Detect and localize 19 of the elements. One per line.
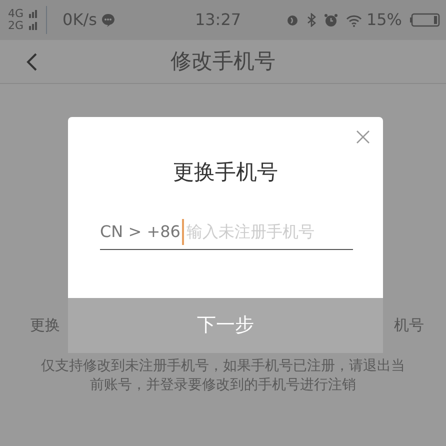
- chat-bubble-icon: [100, 13, 115, 27]
- wifi-icon: [346, 14, 362, 26]
- info-text: 机号: [394, 315, 424, 336]
- network-speed: 0K/s: [62, 9, 97, 31]
- battery-percent: 15%: [366, 9, 402, 31]
- page-title: 修改手机号: [170, 48, 276, 75]
- signal-icon: [28, 10, 38, 18]
- network-label: 4G: [8, 8, 24, 20]
- alarm-icon: [324, 13, 338, 27]
- notice-text: 仅支持修改到未注册手机号，如果手机号已注册，请退出当前账号，并登录要修改到的手机号进行注销: [40, 356, 406, 394]
- back-icon[interactable]: [26, 52, 38, 72]
- network-label: 2G: [8, 20, 24, 32]
- clock: 13:27: [194, 9, 242, 31]
- close-icon[interactable]: [356, 130, 370, 144]
- dialog-title: 更换手机号: [172, 159, 279, 186]
- battery-icon: [410, 13, 440, 27]
- info-text: 更换: [30, 315, 60, 336]
- bluetooth-icon: [307, 13, 316, 27]
- signal-icon: [28, 22, 38, 30]
